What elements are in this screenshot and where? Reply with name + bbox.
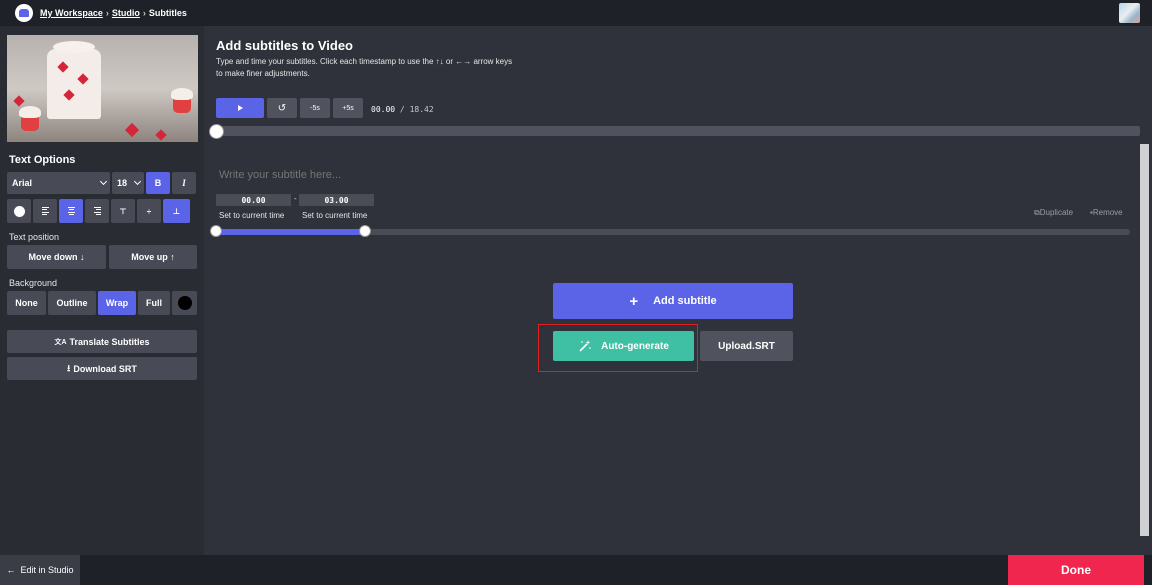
align-center-button[interactable] [59, 199, 83, 223]
time-separator: / [400, 105, 405, 114]
edit-in-studio-button[interactable]: ← Edit in Studio [0, 555, 80, 585]
breadcrumb-separator: › [106, 8, 109, 18]
move-down-button[interactable]: Move down ↓ [7, 245, 106, 269]
valign-bottom-button[interactable]: ⊥ [163, 199, 190, 223]
breadcrumb-separator: › [143, 8, 146, 18]
italic-button[interactable]: I [172, 172, 196, 194]
add-subtitle-button[interactable]: + Add subtitle [553, 283, 793, 319]
font-select[interactable]: Arial [7, 172, 110, 194]
scrollbar[interactable] [1140, 144, 1149, 536]
bg-color-button[interactable] [172, 291, 197, 315]
subtitle-range-fill [216, 229, 367, 235]
logo-icon[interactable] [15, 4, 33, 22]
avatar[interactable] [1119, 3, 1140, 23]
highlight-box [538, 324, 698, 372]
bg-outline-button[interactable]: Outline [48, 291, 96, 315]
valign-middle-button[interactable]: ÷ [137, 199, 161, 223]
bg-none-button[interactable]: None [7, 291, 46, 315]
translate-icon: 文A [54, 337, 66, 347]
align-left-button[interactable] [33, 199, 57, 223]
chevron-down-icon [100, 178, 107, 185]
done-button[interactable]: Done [1008, 555, 1144, 585]
text-options-heading: Text Options [9, 154, 75, 166]
align-top-icon: ⊤ [119, 207, 126, 216]
upload-srt-button[interactable]: Upload.SRT [700, 331, 793, 361]
seek-bar[interactable] [216, 126, 1140, 136]
download-srt-button[interactable]: ⭳ Download SRT [7, 357, 197, 380]
download-srt-label: Download SRT [73, 364, 137, 374]
duplicate-label: Duplicate [1040, 208, 1073, 217]
set-start-current-button[interactable]: Set to current time [219, 211, 284, 220]
align-left-icon [42, 207, 49, 216]
back-arrow-icon: ← [6, 565, 15, 575]
add-subtitle-label: Add subtitle [653, 295, 717, 307]
remove-button[interactable]: ▪Remove [1090, 208, 1123, 217]
page-title: Add subtitles to Video [216, 38, 353, 53]
color-swatch-icon [14, 206, 25, 217]
playback-time: 00.00 / 18.42 [371, 105, 434, 114]
subtitle-input[interactable] [219, 169, 819, 181]
move-down-label: Move down [28, 252, 77, 262]
duplicate-button[interactable]: ⧉Duplicate [1034, 208, 1073, 218]
play-icon [238, 105, 243, 111]
start-time-field[interactable]: 00.00 [216, 194, 291, 206]
current-time: 00.00 [371, 105, 395, 114]
breadcrumb-studio[interactable]: Studio [112, 8, 140, 18]
color-swatch-icon [178, 296, 192, 310]
background-label: Background [9, 278, 57, 288]
align-center-icon [68, 207, 75, 216]
total-time: 18.42 [410, 105, 434, 114]
download-icon: ⭳ [67, 361, 70, 377]
bg-full-button[interactable]: Full [138, 291, 170, 315]
plus-icon: + [629, 293, 638, 310]
size-select-value: 18 [117, 178, 127, 188]
translate-subtitles-label: Translate Subtitles [70, 337, 150, 347]
forward-5s-button[interactable]: +5s [333, 98, 363, 118]
video-thumbnail [7, 35, 198, 142]
replay-button[interactable]: ↺ [267, 98, 297, 118]
chevron-down-icon [134, 178, 141, 185]
font-select-value: Arial [12, 178, 32, 188]
breadcrumb-current: Subtitles [149, 8, 187, 18]
remove-label: Remove [1093, 208, 1123, 217]
text-position-label: Text position [9, 232, 59, 242]
time-range-dash: - [294, 194, 297, 203]
align-right-icon [94, 207, 101, 216]
breadcrumb: My Workspace › Studio › Subtitles [40, 8, 187, 18]
align-middle-icon: ÷ [147, 207, 151, 216]
size-select[interactable]: 18 [112, 172, 144, 194]
seek-handle[interactable] [209, 124, 224, 139]
page-description: Type and time your subtitles. Click each… [216, 56, 516, 80]
bottom-bar: ← Edit in Studio Done [0, 555, 1152, 585]
translate-subtitles-button[interactable]: 文A Translate Subtitles [7, 330, 197, 353]
breadcrumb-workspace[interactable]: My Workspace [40, 8, 103, 18]
bold-button[interactable]: B [146, 172, 170, 194]
left-panel: Text Options Arial 18 B I ⊤ ÷ ⊥ Text pos… [0, 26, 204, 555]
edit-in-studio-label: Edit in Studio [20, 565, 73, 575]
range-end-handle[interactable] [359, 225, 371, 237]
range-start-handle[interactable] [210, 225, 222, 237]
set-end-current-button[interactable]: Set to current time [302, 211, 367, 220]
end-time-field[interactable]: 03.00 [299, 194, 374, 206]
back-5s-button[interactable]: -5s [300, 98, 330, 118]
text-color-button[interactable] [7, 199, 31, 223]
align-bottom-icon: ⊥ [173, 207, 180, 216]
bg-wrap-button[interactable]: Wrap [98, 291, 136, 315]
align-right-button[interactable] [85, 199, 109, 223]
arrow-down-icon: ↓ [80, 252, 85, 262]
move-up-label: Move up [131, 252, 168, 262]
play-button[interactable] [216, 98, 264, 118]
valign-top-button[interactable]: ⊤ [111, 199, 135, 223]
main-area: Add subtitles to Video Type and time you… [204, 26, 1152, 555]
top-bar: My Workspace › Studio › Subtitles [0, 0, 1152, 26]
replay-icon: ↺ [278, 103, 286, 114]
move-up-button[interactable]: Move up ↑ [109, 245, 197, 269]
arrow-up-icon: ↑ [170, 252, 175, 262]
